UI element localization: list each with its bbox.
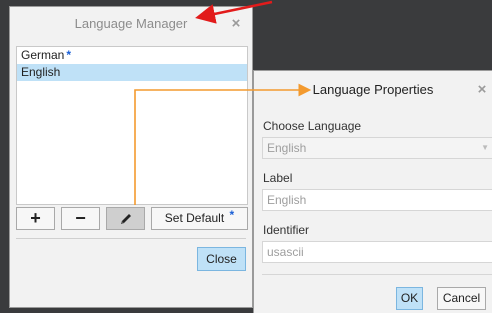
annotation-overlay xyxy=(134,0,312,205)
red-arrow-icon xyxy=(195,0,273,24)
orange-arrow-icon xyxy=(134,83,312,205)
